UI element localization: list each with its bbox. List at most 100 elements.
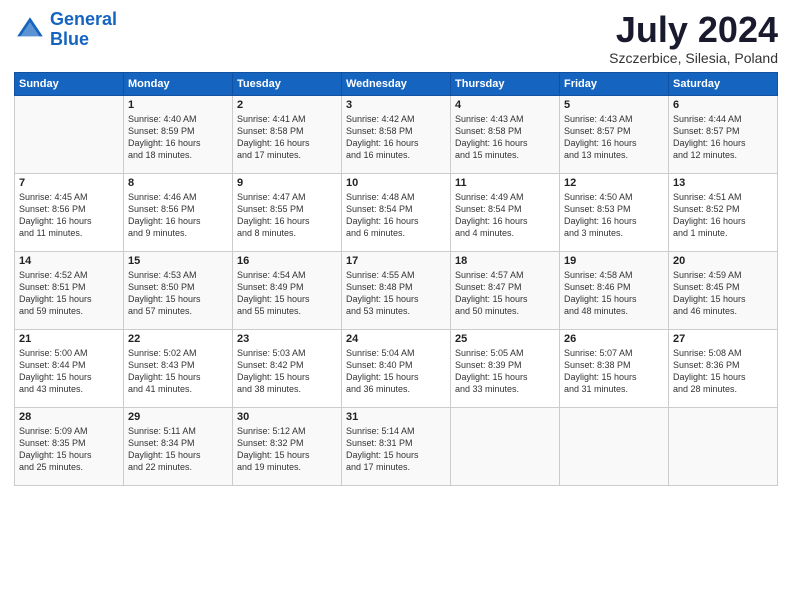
day-cell: 24Sunrise: 5:04 AM Sunset: 8:40 PM Dayli… [342, 329, 451, 407]
day-cell: 15 Sunrise: 4:53 AM Sunset: 8:50 PM Dayli… [124, 251, 233, 329]
day-info: Sunrise: 4:43 AM Sunset: 8:58 PM Dayligh… [455, 113, 555, 162]
day-info: Sunrise: 5:00 AM Sunset: 8:44 PM Dayligh… [19, 347, 119, 396]
day-info: Sunrise: 5:12 AM Sunset: 8:32 PM Dayligh… [237, 425, 337, 474]
day-info: Sunrise: 5:07 AM Sunset: 8:38 PM Dayligh… [564, 347, 664, 396]
day-number: 6 [673, 99, 773, 111]
day-cell: 25 Sunrise: 5:05 AM Sunset: 8:39 PM Dayli… [451, 329, 560, 407]
day-cell: 21Sunrise: 5:00 AM Sunset: 8:44 PM Dayli… [15, 329, 124, 407]
day-cell [560, 407, 669, 485]
day-cell: 27 Sunrise: 5:08 AM Sunset: 8:36 PM Dayli… [669, 329, 778, 407]
header-cell-friday: Friday [560, 72, 669, 95]
day-cell: 16Sunrise: 4:54 AM Sunset: 8:49 PM Dayli… [233, 251, 342, 329]
day-cell: 9Sunrise: 4:47 AM Sunset: 8:55 PM Daylig… [233, 173, 342, 251]
day-number: 27 [673, 333, 773, 345]
day-number: 10 [346, 177, 446, 189]
day-number: 15 [128, 255, 228, 267]
day-info: Sunrise: 4:40 AM Sunset: 8:59 PM Dayligh… [128, 113, 228, 162]
day-info: Sunrise: 4:44 AM Sunset: 8:57 PM Dayligh… [673, 113, 773, 162]
day-cell [451, 407, 560, 485]
day-info: Sunrise: 4:58 AM Sunset: 8:46 PM Dayligh… [564, 269, 664, 318]
day-info: Sunrise: 4:51 AM Sunset: 8:52 PM Dayligh… [673, 191, 773, 240]
day-cell [15, 95, 124, 173]
day-info: Sunrise: 4:42 AM Sunset: 8:58 PM Dayligh… [346, 113, 446, 162]
day-number: 31 [346, 411, 446, 423]
day-cell: 31 Sunrise: 5:14 AM Sunset: 8:31 PM Dayli… [342, 407, 451, 485]
header-cell-wednesday: Wednesday [342, 72, 451, 95]
logo-line1: General [50, 9, 117, 29]
day-number: 22 [128, 333, 228, 345]
day-info: Sunrise: 5:05 AM Sunset: 8:39 PM Dayligh… [455, 347, 555, 396]
day-cell: 23 Sunrise: 5:03 AM Sunset: 8:42 PM Dayli… [233, 329, 342, 407]
header-cell-tuesday: Tuesday [233, 72, 342, 95]
day-cell: 17 Sunrise: 4:55 AM Sunset: 8:48 PM Dayli… [342, 251, 451, 329]
day-number: 8 [128, 177, 228, 189]
day-number: 20 [673, 255, 773, 267]
day-cell: 19Sunrise: 4:58 AM Sunset: 8:46 PM Dayli… [560, 251, 669, 329]
day-cell: 4Sunrise: 4:43 AM Sunset: 8:58 PM Daylig… [451, 95, 560, 173]
header-cell-monday: Monday [124, 72, 233, 95]
day-cell: 2 Sunrise: 4:41 AM Sunset: 8:58 PM Daylig… [233, 95, 342, 173]
day-number: 28 [19, 411, 119, 423]
day-number: 7 [19, 177, 119, 189]
day-info: Sunrise: 5:11 AM Sunset: 8:34 PM Dayligh… [128, 425, 228, 474]
day-info: Sunrise: 4:45 AM Sunset: 8:56 PM Dayligh… [19, 191, 119, 240]
title-block: July 2024 Szczerbice, Silesia, Poland [609, 10, 778, 66]
day-cell: 26 Sunrise: 5:07 AM Sunset: 8:38 PM Dayli… [560, 329, 669, 407]
day-number: 26 [564, 333, 664, 345]
header-cell-saturday: Saturday [669, 72, 778, 95]
day-cell: 13 Sunrise: 4:51 AM Sunset: 8:52 PM Dayli… [669, 173, 778, 251]
week-row-1: 1 Sunrise: 4:40 AM Sunset: 8:59 PM Daylig… [15, 95, 778, 173]
day-info: Sunrise: 5:03 AM Sunset: 8:42 PM Dayligh… [237, 347, 337, 396]
day-number: 1 [128, 99, 228, 111]
day-cell: 7 Sunrise: 4:45 AM Sunset: 8:56 PM Daylig… [15, 173, 124, 251]
day-number: 12 [564, 177, 664, 189]
logo: General Blue [14, 10, 117, 50]
day-number: 5 [564, 99, 664, 111]
day-info: Sunrise: 4:57 AM Sunset: 8:47 PM Dayligh… [455, 269, 555, 318]
day-cell: 11 Sunrise: 4:49 AM Sunset: 8:54 PM Dayli… [451, 173, 560, 251]
logo-line2: Blue [50, 29, 89, 49]
day-cell [669, 407, 778, 485]
day-info: Sunrise: 4:59 AM Sunset: 8:45 PM Dayligh… [673, 269, 773, 318]
day-cell: 29 Sunrise: 5:11 AM Sunset: 8:34 PM Dayli… [124, 407, 233, 485]
header: General Blue July 2024 Szczerbice, Siles… [14, 10, 778, 66]
day-cell: 10Sunrise: 4:48 AM Sunset: 8:54 PM Dayli… [342, 173, 451, 251]
day-number: 29 [128, 411, 228, 423]
header-cell-thursday: Thursday [451, 72, 560, 95]
day-cell: 8 Sunrise: 4:46 AM Sunset: 8:56 PM Daylig… [124, 173, 233, 251]
day-cell: 18Sunrise: 4:57 AM Sunset: 8:47 PM Dayli… [451, 251, 560, 329]
day-cell: 12 Sunrise: 4:50 AM Sunset: 8:53 PM Dayli… [560, 173, 669, 251]
day-info: Sunrise: 4:49 AM Sunset: 8:54 PM Dayligh… [455, 191, 555, 240]
day-number: 30 [237, 411, 337, 423]
day-number: 17 [346, 255, 446, 267]
week-row-2: 7 Sunrise: 4:45 AM Sunset: 8:56 PM Daylig… [15, 173, 778, 251]
subtitle: Szczerbice, Silesia, Poland [609, 50, 778, 66]
day-info: Sunrise: 5:14 AM Sunset: 8:31 PM Dayligh… [346, 425, 446, 474]
day-info: Sunrise: 4:41 AM Sunset: 8:58 PM Dayligh… [237, 113, 337, 162]
week-row-5: 28 Sunrise: 5:09 AM Sunset: 8:35 PM Dayli… [15, 407, 778, 485]
week-row-3: 14Sunrise: 4:52 AM Sunset: 8:51 PM Dayli… [15, 251, 778, 329]
day-info: Sunrise: 4:53 AM Sunset: 8:50 PM Dayligh… [128, 269, 228, 318]
day-number: 2 [237, 99, 337, 111]
day-cell: 3Sunrise: 4:42 AM Sunset: 8:58 PM Daylig… [342, 95, 451, 173]
day-info: Sunrise: 4:46 AM Sunset: 8:56 PM Dayligh… [128, 191, 228, 240]
logo-icon [14, 14, 46, 46]
day-info: Sunrise: 5:08 AM Sunset: 8:36 PM Dayligh… [673, 347, 773, 396]
day-number: 25 [455, 333, 555, 345]
main-title: July 2024 [609, 10, 778, 50]
day-number: 11 [455, 177, 555, 189]
day-cell: 5Sunrise: 4:43 AM Sunset: 8:57 PM Daylig… [560, 95, 669, 173]
day-info: Sunrise: 4:50 AM Sunset: 8:53 PM Dayligh… [564, 191, 664, 240]
calendar-header: SundayMondayTuesdayWednesdayThursdayFrid… [15, 72, 778, 95]
week-row-4: 21Sunrise: 5:00 AM Sunset: 8:44 PM Dayli… [15, 329, 778, 407]
day-info: Sunrise: 5:09 AM Sunset: 8:35 PM Dayligh… [19, 425, 119, 474]
day-info: Sunrise: 4:47 AM Sunset: 8:55 PM Dayligh… [237, 191, 337, 240]
calendar-body: 1 Sunrise: 4:40 AM Sunset: 8:59 PM Daylig… [15, 95, 778, 485]
logo-text: General Blue [50, 10, 117, 50]
day-number: 13 [673, 177, 773, 189]
day-info: Sunrise: 4:55 AM Sunset: 8:48 PM Dayligh… [346, 269, 446, 318]
day-number: 23 [237, 333, 337, 345]
day-info: Sunrise: 5:02 AM Sunset: 8:43 PM Dayligh… [128, 347, 228, 396]
calendar-table: SundayMondayTuesdayWednesdayThursdayFrid… [14, 72, 778, 486]
day-info: Sunrise: 4:52 AM Sunset: 8:51 PM Dayligh… [19, 269, 119, 318]
